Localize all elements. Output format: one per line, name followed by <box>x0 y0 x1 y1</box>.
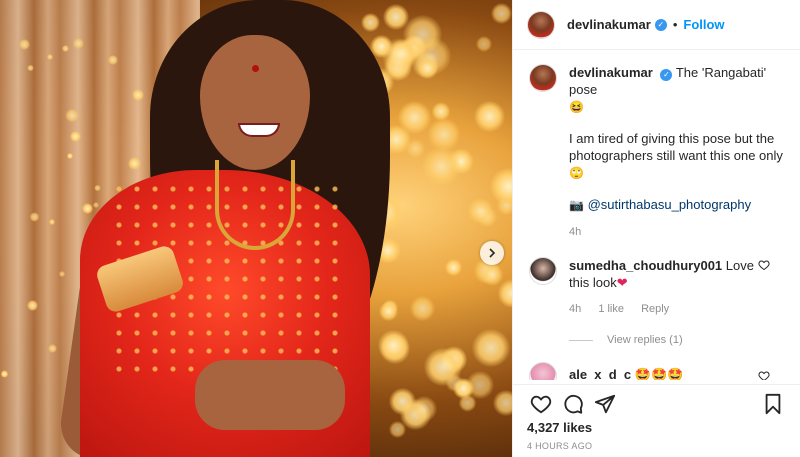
bokeh-light <box>421 146 461 186</box>
bokeh-light <box>417 58 439 80</box>
photographer-credit-link[interactable]: @sutirthabasu_photography <box>588 197 752 212</box>
avatar[interactable] <box>529 64 557 92</box>
bokeh-light <box>382 37 418 73</box>
bokeh-light <box>467 198 494 224</box>
camera-emoji: 📷 <box>569 198 584 212</box>
caption-username[interactable]: devlinakumar <box>569 65 653 80</box>
comment-icon[interactable] <box>557 388 589 420</box>
bokeh-light <box>18 38 30 50</box>
bokeh-light <box>493 389 512 416</box>
caption-time[interactable]: 4h <box>569 226 581 238</box>
bokeh-light <box>491 3 512 24</box>
bokeh-light <box>398 101 432 135</box>
bokeh-light <box>58 270 65 277</box>
action-bar <box>513 384 800 422</box>
caption-meta: 4h <box>569 224 784 241</box>
view-replies[interactable]: View replies (1) <box>569 334 784 346</box>
heart-icon[interactable] <box>525 388 557 420</box>
bokeh-light <box>410 295 435 321</box>
chevron-right-icon[interactable] <box>480 241 504 265</box>
header-username[interactable]: devlinakumar <box>567 17 651 32</box>
avatar[interactable] <box>529 257 557 285</box>
heart-icon[interactable] <box>758 370 770 380</box>
post-sidebar: devlinakumar ✓ • Follow devlinakumar ✓ T… <box>512 0 800 457</box>
bokeh-light <box>481 263 504 286</box>
comment-username[interactable]: sumedha_choudhury001 <box>569 258 722 273</box>
bokeh-light <box>423 347 462 386</box>
heart-emoji: ❤ <box>616 275 628 290</box>
bokeh-light <box>73 38 84 50</box>
follow-button[interactable]: Follow <box>683 17 724 32</box>
bokeh-light <box>466 371 495 399</box>
bokeh-light <box>476 36 493 53</box>
bokeh-light <box>27 299 38 311</box>
bokeh-light <box>360 12 380 32</box>
post-timestamp[interactable]: 4 HOURS AGO <box>527 441 592 451</box>
eye-roll-emoji: 🙄 <box>569 166 584 180</box>
bokeh-light <box>405 138 425 158</box>
comment-likes[interactable]: 1 like <box>598 303 624 315</box>
heart-icon[interactable] <box>758 259 770 274</box>
verified-badge-icon: ✓ <box>654 18 667 31</box>
bindi <box>252 65 259 72</box>
avatar[interactable] <box>527 10 555 39</box>
bokeh-light <box>65 109 79 123</box>
comment-meta: 4h 1 like Reply <box>569 301 760 318</box>
caption-text-line2: I am tired of giving this pose but the p… <box>569 131 783 163</box>
laughing-emoji: 😆 <box>569 100 584 114</box>
bokeh-light <box>444 258 463 277</box>
post-photo[interactable] <box>0 0 512 457</box>
paper-plane-icon[interactable] <box>589 388 621 420</box>
separator-dot: • <box>672 17 678 32</box>
verified-badge-icon: ✓ <box>660 68 673 81</box>
comment-item: ale_x_d_c 🤩🤩🤩 <box>529 362 784 380</box>
bokeh-light <box>81 202 93 214</box>
divider <box>569 339 593 341</box>
bokeh-light <box>472 328 511 367</box>
post-header: devlinakumar ✓ • Follow <box>513 0 800 50</box>
gold-necklace <box>215 160 295 250</box>
bookmark-icon[interactable] <box>757 388 789 420</box>
bokeh-light <box>497 279 512 308</box>
comment-time[interactable]: 4h <box>569 303 581 315</box>
bokeh-light <box>107 54 119 65</box>
woman-waist <box>195 360 345 430</box>
comments-section: devlinakumar ✓ The 'Rangabati' pose 😆 I … <box>513 50 800 380</box>
bokeh-light <box>489 168 512 206</box>
bokeh-light <box>473 101 506 133</box>
bokeh-light <box>378 301 399 322</box>
bokeh-light <box>92 201 99 208</box>
avatar[interactable] <box>529 362 557 380</box>
bokeh-light <box>62 44 70 52</box>
bokeh-light <box>427 117 461 151</box>
view-replies-label[interactable]: View replies (1) <box>607 334 683 346</box>
likes-count[interactable]: 4,327 likes <box>527 420 592 435</box>
bokeh-light <box>0 370 8 378</box>
bokeh-light <box>46 53 53 60</box>
bokeh-light <box>131 88 144 101</box>
comment-text: 🤩🤩🤩 <box>634 367 684 380</box>
comment-username[interactable]: ale_x_d_c <box>569 367 631 380</box>
bokeh-light <box>410 396 437 422</box>
reply-button[interactable]: Reply <box>641 303 669 315</box>
comment-item: sumedha_choudhury001 Love this look❤ 4h … <box>529 257 784 318</box>
caption: devlinakumar ✓ The 'Rangabati' pose 😆 I … <box>529 64 784 241</box>
